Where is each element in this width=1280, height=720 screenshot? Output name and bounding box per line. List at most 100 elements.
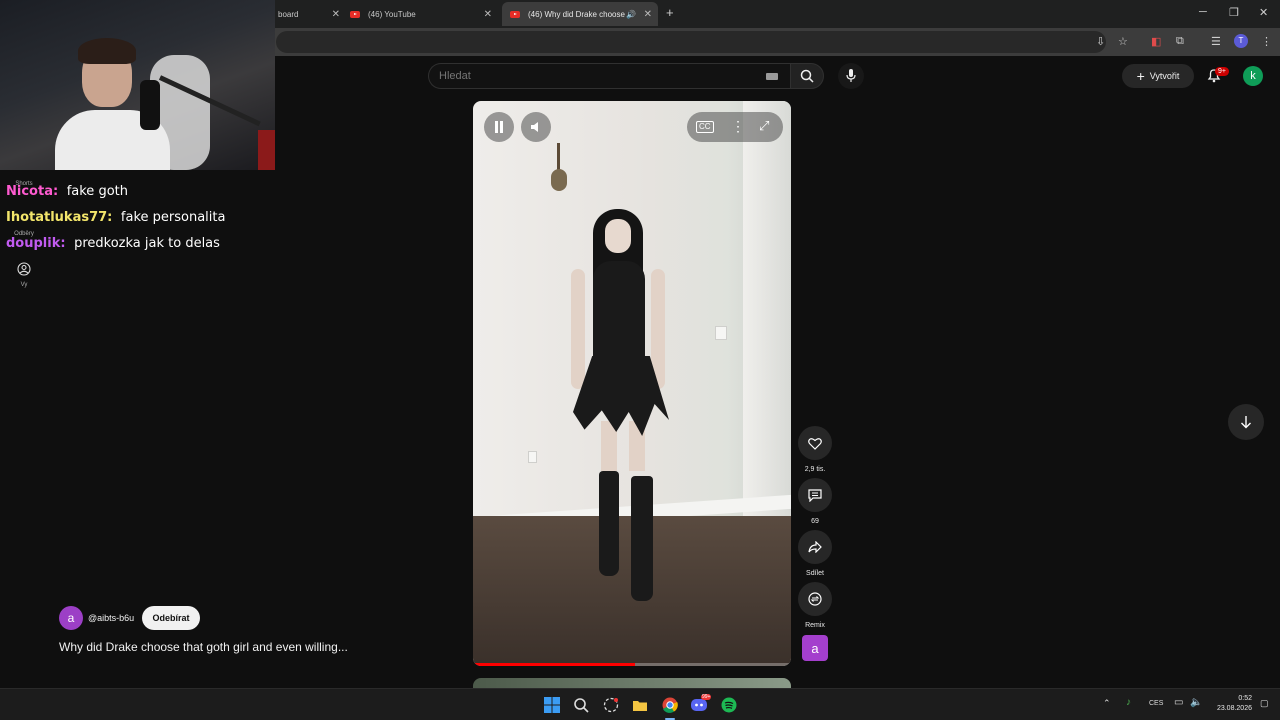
create-label: Vytvořit — [1149, 71, 1180, 81]
close-tab-icon[interactable]: ✕ — [332, 9, 340, 20]
pause-icon — [495, 121, 503, 133]
heart-icon — [808, 437, 822, 450]
close-tab-icon[interactable]: ✕ — [484, 9, 492, 20]
close-tab-icon[interactable]: ✕ — [644, 9, 652, 20]
wall-outlet — [528, 451, 537, 463]
fullscreen-icon[interactable]: ⤢ — [759, 118, 769, 134]
nav-you[interactable]: Vy — [4, 262, 44, 288]
comments-button[interactable] — [798, 478, 832, 512]
video-title[interactable]: Why did Drake choose that goth girl and … — [59, 640, 348, 654]
tab-youtube[interactable]: (46) YouTube ✕ — [342, 2, 498, 26]
tab-audio-icon[interactable]: 🔊 — [626, 10, 636, 19]
youtube-favicon-icon — [350, 10, 360, 18]
tab-label: board — [278, 9, 299, 19]
restore-icon[interactable]: ❐ — [1229, 6, 1239, 19]
nav-you-label: Vy — [20, 282, 28, 288]
network-icon[interactable]: ▭ — [1174, 697, 1183, 708]
new-tab-button[interactable]: + — [666, 5, 674, 20]
minimize-icon[interactable]: ─ — [1199, 6, 1207, 18]
like-action[interactable]: 2,9 tis. — [798, 426, 832, 473]
notifications-badge: 9+ — [1215, 67, 1229, 76]
windows-taskbar: 99+ ⌃ ♪ CES ▭ 🔈 0:52 23.08.2026 ▢ — [0, 688, 1280, 720]
search-icon — [800, 69, 814, 83]
player-top-controls: CC ⋮ ⤢ — [687, 112, 783, 142]
search-input[interactable] — [439, 64, 759, 88]
chat-text: fake personalita — [120, 210, 226, 225]
wall-lamp — [549, 143, 569, 201]
windows-start-icon[interactable] — [544, 697, 560, 713]
voice-search-button[interactable] — [838, 63, 864, 89]
share-label: Sdílet — [806, 570, 824, 577]
streamer-webcam-overlay — [0, 0, 275, 170]
subscribe-button[interactable]: Odebírat — [142, 606, 200, 630]
chat-username: douplik: — [6, 236, 66, 251]
light-switch — [715, 326, 727, 340]
like-button[interactable] — [798, 426, 832, 460]
bookmark-star-icon[interactable]: ☆ — [1118, 35, 1128, 48]
channel-handle[interactable]: @aibts-b6u — [88, 613, 134, 623]
notification-center-icon[interactable]: ▢ — [1260, 698, 1269, 709]
microphone-tray-icon[interactable]: ♪ — [1126, 697, 1131, 708]
chat-message: Ihotatlukas77: fake personalita — [6, 210, 225, 225]
install-app-icon[interactable]: ⇩ — [1096, 35, 1105, 48]
more-options-icon[interactable]: ⋮ — [731, 118, 745, 135]
close-window-icon[interactable]: ✕ — [1259, 6, 1268, 19]
input-language[interactable]: CES — [1149, 700, 1163, 707]
tab-active-short[interactable]: (46) Why did Drake choose 🔊 ✕ — [502, 2, 658, 26]
chat-message: Nicota: fake goth — [6, 184, 128, 199]
door-frame — [743, 101, 791, 521]
youtube-favicon-icon — [510, 10, 520, 18]
remix-label: Remix — [805, 622, 825, 629]
account-avatar[interactable]: k — [1243, 66, 1263, 86]
pause-button[interactable] — [484, 112, 514, 142]
comment-icon — [808, 488, 822, 502]
taskbar-search-icon[interactable] — [573, 697, 589, 713]
create-button[interactable]: + Vytvořit — [1122, 64, 1194, 88]
tray-overflow-icon[interactable]: ⌃ — [1103, 698, 1111, 709]
discord-badge: 99+ — [701, 694, 712, 700]
comments-action[interactable]: 69 — [798, 478, 832, 525]
spotify-icon[interactable] — [721, 697, 737, 713]
figure-face — [605, 219, 631, 253]
like-count: 2,9 tis. — [804, 466, 826, 473]
volume-button[interactable] — [521, 112, 551, 142]
tab-dashboard[interactable]: board ✕ — [268, 2, 346, 26]
chrome-icon[interactable] — [662, 697, 678, 713]
chat-username: Nicota: — [6, 184, 59, 199]
red-light — [258, 130, 275, 170]
speaker-icon[interactable]: 🔈 — [1190, 697, 1202, 708]
search-box — [428, 63, 790, 89]
remix-action[interactable]: Remix — [798, 582, 832, 629]
address-bar[interactable] — [276, 31, 1106, 53]
next-video-button[interactable] — [1228, 404, 1264, 440]
extensions-puzzle-icon[interactable]: ⧉ — [1176, 35, 1184, 48]
channel-avatar-small[interactable]: a — [802, 635, 828, 661]
chat-text: fake goth — [66, 184, 128, 199]
user-circle-icon — [17, 262, 31, 276]
share-action[interactable]: Sdílet — [798, 530, 832, 577]
system-clock[interactable]: 0:52 23.08.2026 — [1208, 694, 1252, 714]
file-explorer-icon[interactable] — [632, 697, 648, 713]
figure-boot — [599, 471, 619, 576]
video-progress-bar[interactable] — [473, 663, 791, 666]
tab-search-icon[interactable]: ☰ — [1211, 35, 1221, 48]
figure-boot — [631, 476, 653, 601]
clock-time: 0:52 — [1238, 695, 1252, 702]
keyboard-icon[interactable] — [766, 73, 778, 80]
shorts-video-player[interactable]: CC ⋮ ⤢ — [473, 101, 791, 666]
figure-arm — [571, 269, 585, 389]
arrow-down-icon — [1241, 416, 1251, 429]
plus-icon: + — [1136, 68, 1145, 84]
clock-date: 23.08.2026 — [1216, 705, 1252, 712]
channel-avatar[interactable]: a — [59, 606, 83, 630]
extension-icon[interactable]: ◧ — [1151, 35, 1161, 48]
remix-icon — [808, 592, 822, 606]
app-icon[interactable] — [603, 697, 619, 713]
captions-icon[interactable]: CC — [696, 121, 714, 133]
profile-icon[interactable]: T — [1234, 34, 1248, 48]
microphone-icon — [846, 69, 856, 82]
search-button[interactable] — [790, 63, 824, 89]
remix-button[interactable] — [798, 582, 832, 616]
browser-menu-icon[interactable]: ⋮ — [1261, 35, 1272, 48]
share-button[interactable] — [798, 530, 832, 564]
